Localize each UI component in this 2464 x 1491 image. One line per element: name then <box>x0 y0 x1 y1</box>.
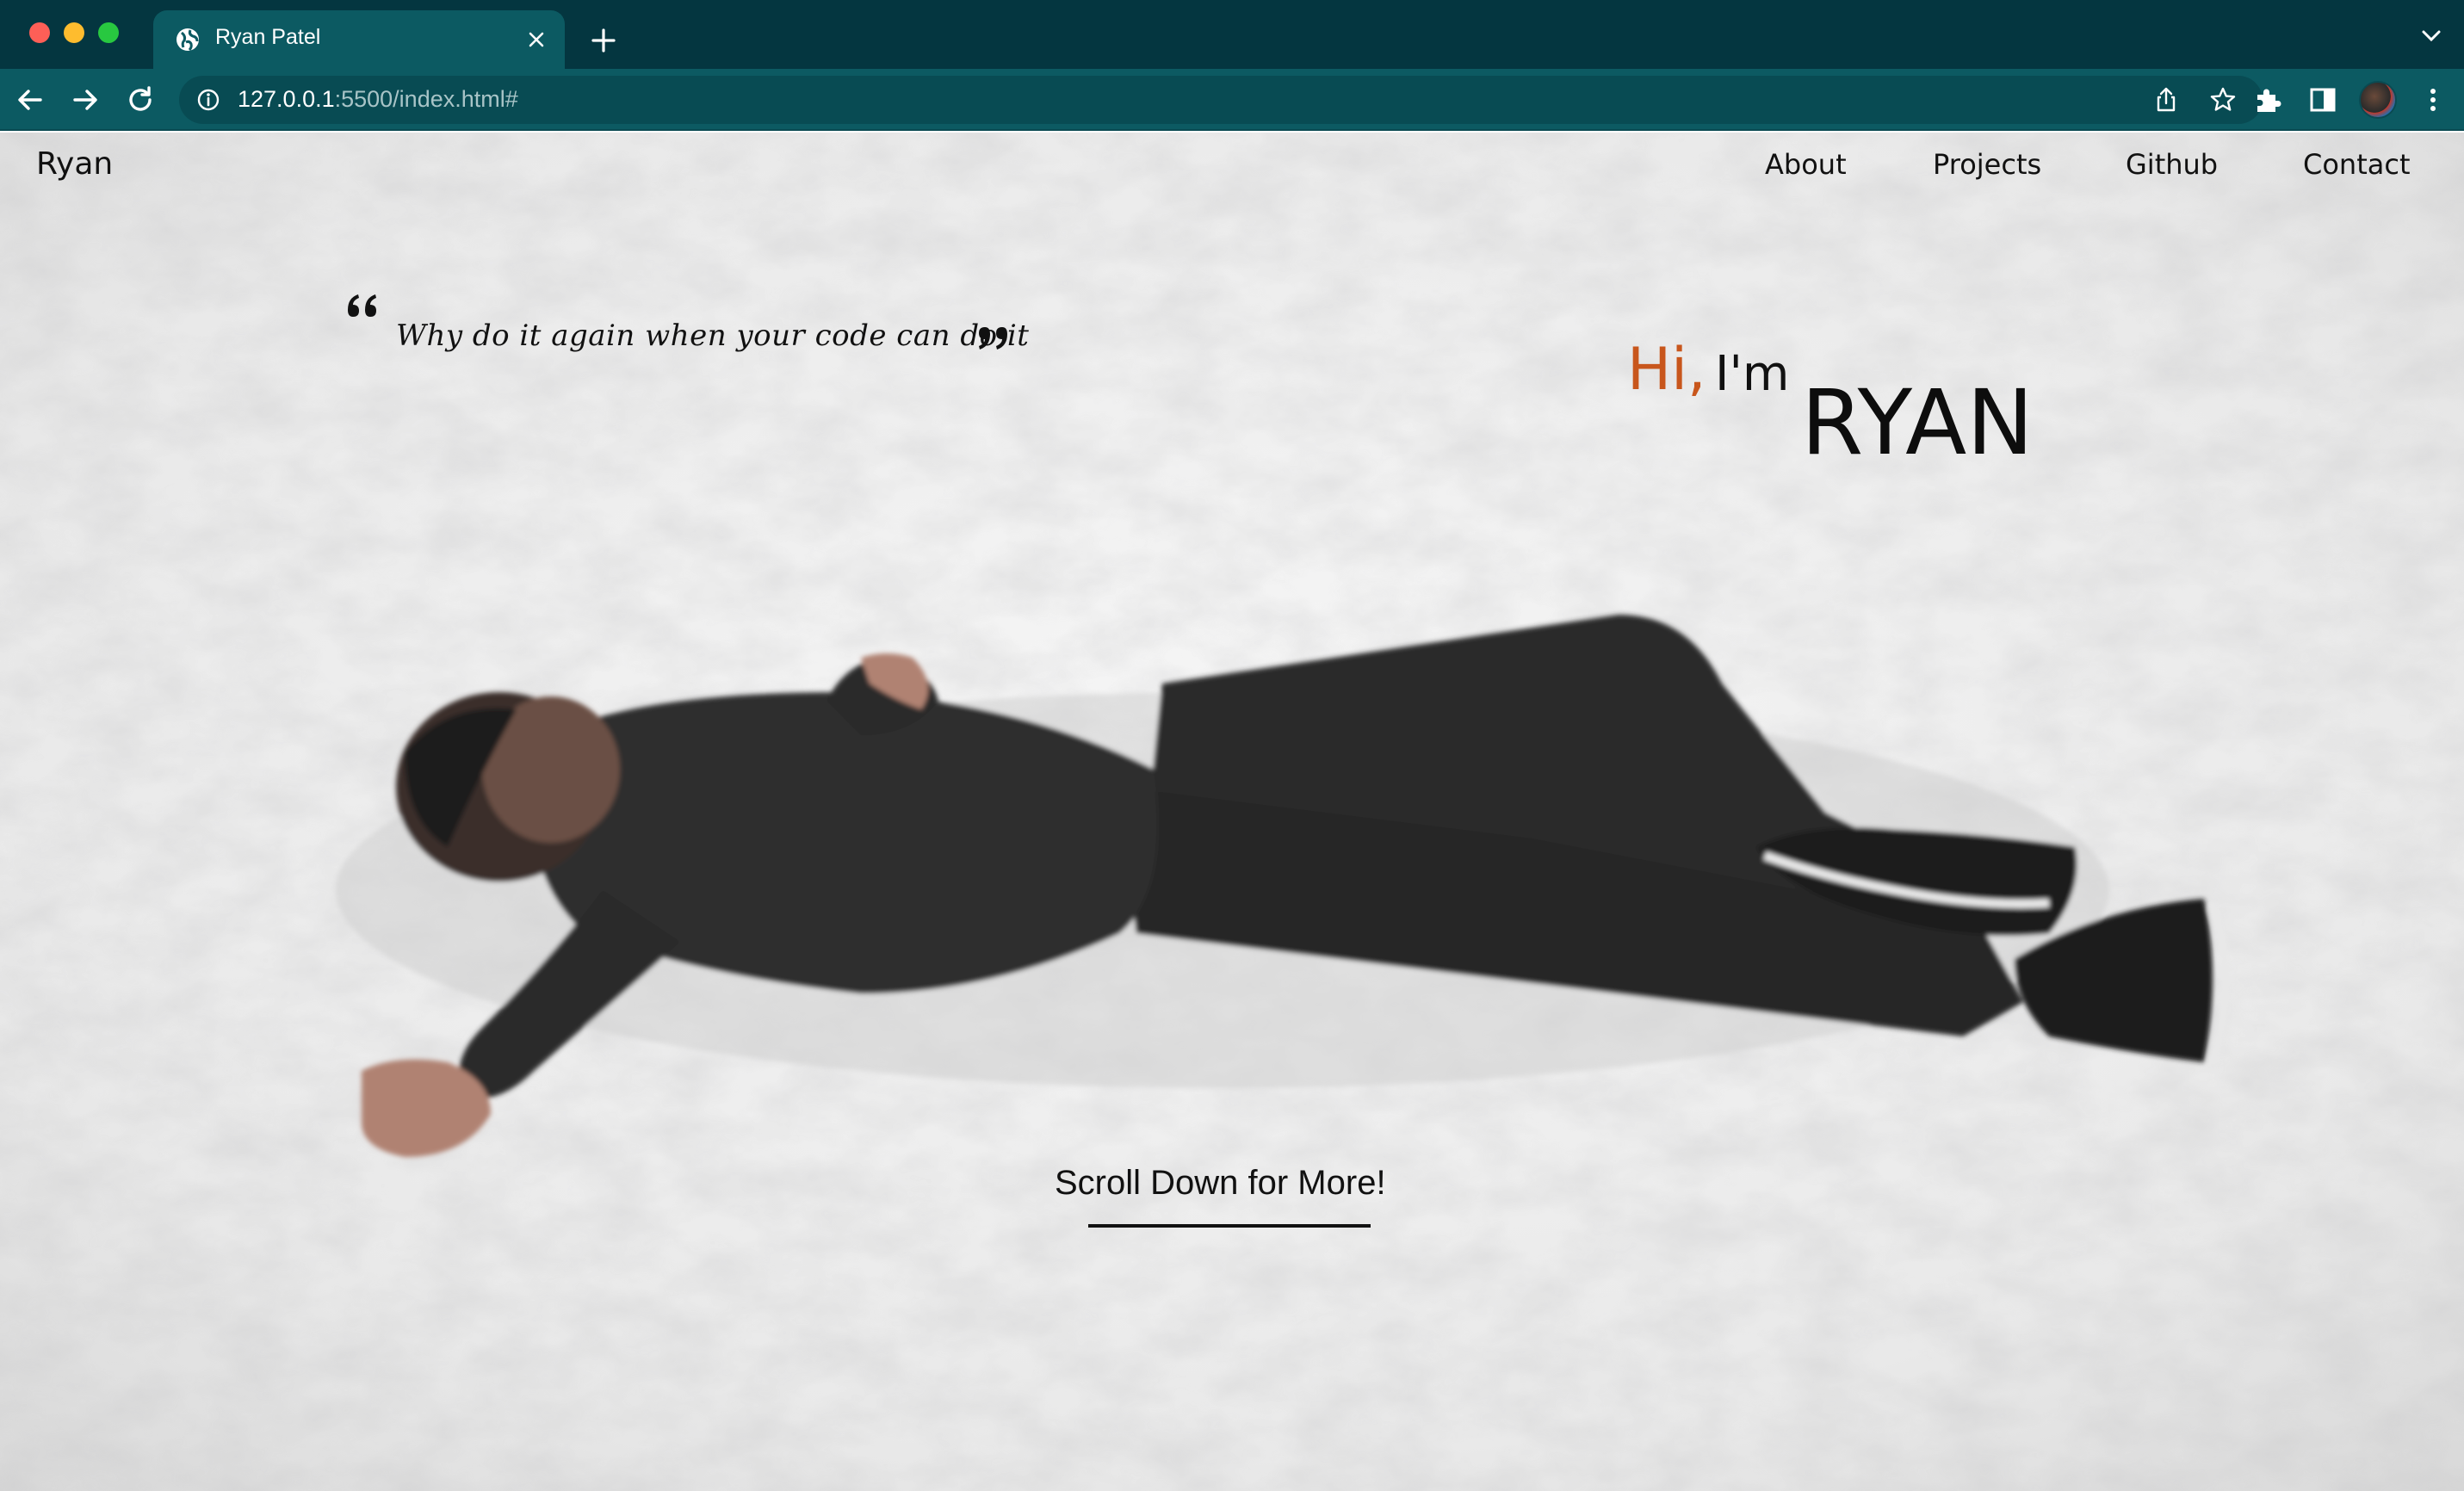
nav-link-projects[interactable]: Projects <box>1933 148 2041 181</box>
scroll-underline <box>1088 1224 1371 1228</box>
profile-avatar[interactable] <box>2359 81 2397 119</box>
info-icon[interactable] <box>196 88 220 112</box>
active-tab[interactable]: Ryan Patel <box>153 10 565 69</box>
open-quote-icon <box>348 294 376 317</box>
nav-link-about[interactable]: About <box>1765 148 1847 181</box>
hero-quote: Why do it again when your code can do it <box>396 319 1030 353</box>
hero-intro: I'm <box>1715 346 1790 402</box>
hero-greeting: Hi, <box>1627 336 1706 404</box>
web-page: Ryan About Projects Github Contact Why d… <box>0 133 2464 1491</box>
scroll-down-link[interactable]: Scroll Down for More! <box>1055 1164 1386 1203</box>
hero-name: RYAN <box>1801 370 2034 475</box>
browser-toolbar: 127.0.0.1:5500/index.html# <box>0 69 2464 131</box>
nav-link-contact[interactable]: Contact <box>2303 148 2411 181</box>
share-icon[interactable] <box>2152 86 2180 114</box>
kebab-menu-icon[interactable] <box>2423 84 2443 115</box>
puzzle-icon[interactable] <box>2252 84 2283 115</box>
chevron-down-icon[interactable] <box>2419 28 2443 45</box>
back-arrow-icon[interactable] <box>14 84 46 116</box>
hero-background-photo <box>0 133 2464 1491</box>
side-panel-icon[interactable] <box>2307 84 2338 115</box>
forward-arrow-icon[interactable] <box>69 84 102 116</box>
globe-icon <box>176 28 199 52</box>
url-text[interactable]: 127.0.0.1:5500/index.html# <box>238 86 518 113</box>
minimize-window-button[interactable] <box>64 22 84 43</box>
browser-tab-bar: Ryan Patel <box>0 0 2464 69</box>
nav-link-github[interactable]: Github <box>2126 148 2218 181</box>
url-path: :5500/index.html# <box>334 86 518 112</box>
close-quote-icon <box>979 327 1007 350</box>
close-icon[interactable] <box>523 27 549 53</box>
star-icon[interactable] <box>2209 86 2237 114</box>
close-window-button[interactable] <box>29 22 50 43</box>
url-host: 127.0.0.1 <box>238 86 335 112</box>
address-bar[interactable]: 127.0.0.1:5500/index.html# <box>179 76 2263 124</box>
tab-title: Ryan Patel <box>215 25 321 49</box>
plus-icon[interactable] <box>589 26 618 55</box>
site-brand[interactable]: Ryan <box>36 146 113 182</box>
maximize-window-button[interactable] <box>98 22 119 43</box>
reload-icon[interactable] <box>124 84 157 116</box>
